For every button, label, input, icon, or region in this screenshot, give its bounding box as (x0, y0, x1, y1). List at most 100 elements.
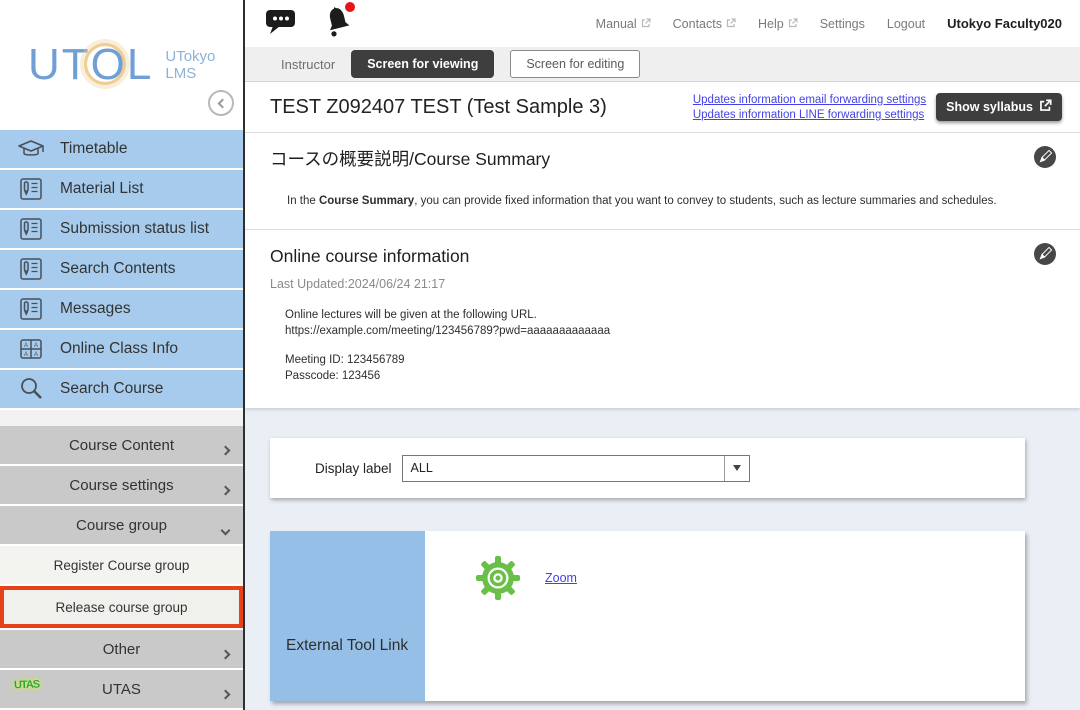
sidebar-item-label: Search Course (60, 380, 163, 398)
sidebar-item-messages[interactable]: Messages (0, 290, 243, 328)
nav-logout[interactable]: Logout (887, 17, 925, 31)
logo-subtitle: UTokyoLMS (165, 48, 215, 82)
sidebar-group-course-group[interactable]: Course group (0, 506, 243, 544)
sidebar-item-timetable[interactable]: Timetable (0, 130, 243, 168)
sidebar-item-label: Online Class Info (60, 340, 178, 358)
top-bar: Manual Contacts Help Settings Logout Uto… (245, 0, 1080, 47)
role-label: Instructor (281, 57, 335, 72)
display-label-caption: Display label (315, 461, 392, 476)
svg-text:A: A (34, 343, 38, 349)
last-updated-label: Last Updated:2024/06/24 21:17 (270, 277, 1020, 291)
meeting-url: https://example.com/meeting/123456789?pw… (285, 323, 1020, 339)
course-summary-heading: コースの概要説明/Course Summary (270, 146, 1020, 171)
online-course-details: Online lectures will be given at the fol… (285, 307, 1020, 384)
external-link-icon (1039, 99, 1052, 115)
current-user: Utokyo Faculty020 (947, 16, 1062, 31)
sidebar-subitem-release-course-group[interactable]: Release course group (0, 586, 243, 628)
sidebar-group-utas[interactable]: UTAS UTAS (0, 670, 243, 708)
sidebar: UTOL UTokyoLMS Timetable Material List S… (0, 0, 245, 710)
sidebar-group-course-settings[interactable]: Course settings (0, 466, 243, 504)
sidebar-item-search-course[interactable]: Search Course (0, 370, 243, 408)
display-label-select[interactable]: ALL (402, 455, 750, 482)
nav-help[interactable]: Help (758, 17, 798, 31)
external-tool-link-body: Zoom (425, 531, 1025, 701)
sidebar-item-online-class-info[interactable]: AAAA Online Class Info (0, 330, 243, 368)
logo-o-rings: O (91, 40, 127, 90)
zoom-link[interactable]: Zoom (545, 571, 577, 585)
nav-contacts[interactable]: Contacts (673, 17, 736, 31)
course-header: TEST Z092407 TEST (Test Sample 3) Update… (245, 82, 1080, 132)
document-list-icon (16, 177, 46, 201)
chevron-down-icon (222, 521, 229, 539)
arrow-left-icon (218, 98, 228, 108)
magnifier-icon (16, 376, 46, 402)
chevron-right-icon (222, 441, 229, 459)
sidebar-subitem-register-course-group[interactable]: Register Course group (0, 546, 243, 584)
course-summary-description: In the Course Summary, you can provide f… (287, 195, 1020, 207)
online-course-info-panel: Online course information Last Updated:2… (245, 229, 1080, 408)
nav-settings[interactable]: Settings (820, 17, 865, 31)
document-list-icon (16, 297, 46, 321)
video-grid-icon: AAAA (16, 337, 46, 361)
online-course-info-heading: Online course information (270, 246, 1020, 267)
chevron-right-icon (222, 481, 229, 499)
top-navigation: Manual Contacts Help Settings Logout Uto… (596, 16, 1062, 31)
chevron-right-icon (222, 685, 229, 703)
email-forwarding-settings-link[interactable]: Updates information email forwarding set… (693, 94, 926, 106)
sidebar-item-label: Material List (60, 180, 144, 198)
external-tool-link-card: External Tool Link (270, 531, 1025, 701)
display-label-filter-card: Display label ALL (270, 438, 1025, 498)
screen-for-editing-button[interactable]: Screen for editing (510, 50, 640, 78)
sidebar-collapse-button[interactable] (208, 90, 234, 116)
graduation-cap-icon (16, 137, 46, 161)
chevron-right-icon (222, 645, 229, 663)
external-tool-link-side: External Tool Link (270, 531, 425, 701)
notifications-bell-icon[interactable] (323, 5, 353, 42)
external-tool-link-label: External Tool Link (286, 637, 408, 655)
sidebar-item-search-contents[interactable]: Search Contents (0, 250, 243, 288)
sidebar-item-label: Timetable (60, 140, 127, 158)
screen-for-viewing-button[interactable]: Screen for viewing (351, 50, 494, 78)
svg-text:A: A (24, 352, 28, 358)
sidebar-item-submission-status-list[interactable]: Submission status list (0, 210, 243, 248)
sidebar-group-other[interactable]: Other (0, 630, 243, 668)
utol-app: UTOL UTokyoLMS Timetable Material List S… (0, 0, 1080, 710)
external-link-icon (641, 17, 651, 31)
sidebar-item-label: Search Contents (60, 260, 175, 278)
zoom-gear-icon (475, 555, 521, 606)
document-list-icon (16, 217, 46, 241)
notification-badge (345, 2, 355, 12)
utol-logo: UTOL UTokyoLMS (28, 40, 215, 90)
online-lecture-intro: Online lectures will be given at the fol… (285, 307, 1020, 323)
sidebar-item-label: Messages (60, 300, 131, 318)
edit-online-course-info-button[interactable] (1034, 243, 1056, 265)
svg-text:A: A (24, 343, 28, 349)
sidebar-gap (0, 410, 243, 426)
passcode: Passcode: 123456 (285, 368, 1020, 384)
topbar-icons (265, 5, 353, 42)
external-link-icon (726, 17, 736, 31)
line-forwarding-settings-link[interactable]: Updates information LINE forwarding sett… (693, 109, 926, 121)
show-syllabus-button[interactable]: Show syllabus (936, 93, 1062, 121)
mode-bar: Instructor Screen for viewing Screen for… (245, 47, 1080, 82)
edit-course-summary-button[interactable] (1034, 146, 1056, 168)
course-summary-panel: コースの概要説明/Course Summary In the Course Su… (245, 132, 1080, 229)
meeting-id: Meeting ID: 123456789 (285, 352, 1020, 368)
chevron-down-icon[interactable] (724, 456, 749, 481)
sidebar-item-label: Submission status list (60, 220, 209, 238)
course-title: TEST Z092407 TEST (Test Sample 3) (270, 96, 693, 119)
nav-manual[interactable]: Manual (596, 17, 651, 31)
main-content: Manual Contacts Help Settings Logout Uto… (245, 0, 1080, 710)
logo-area: UTOL UTokyoLMS (0, 0, 243, 130)
forwarding-links: Updates information email forwarding set… (693, 94, 926, 121)
display-label-selected-value: ALL (403, 461, 724, 475)
utas-logo-icon: UTAS (14, 679, 40, 692)
document-list-icon (16, 257, 46, 281)
svg-text:A: A (34, 352, 38, 358)
sidebar-item-material-list[interactable]: Material List (0, 170, 243, 208)
external-link-icon (788, 17, 798, 31)
sidebar-group-course-content[interactable]: Course Content (0, 426, 243, 464)
utol-logo-text: UTOL (28, 40, 153, 90)
lower-area: Display label ALL External Tool Link (245, 408, 1080, 710)
messages-bubble-icon[interactable] (265, 7, 297, 40)
